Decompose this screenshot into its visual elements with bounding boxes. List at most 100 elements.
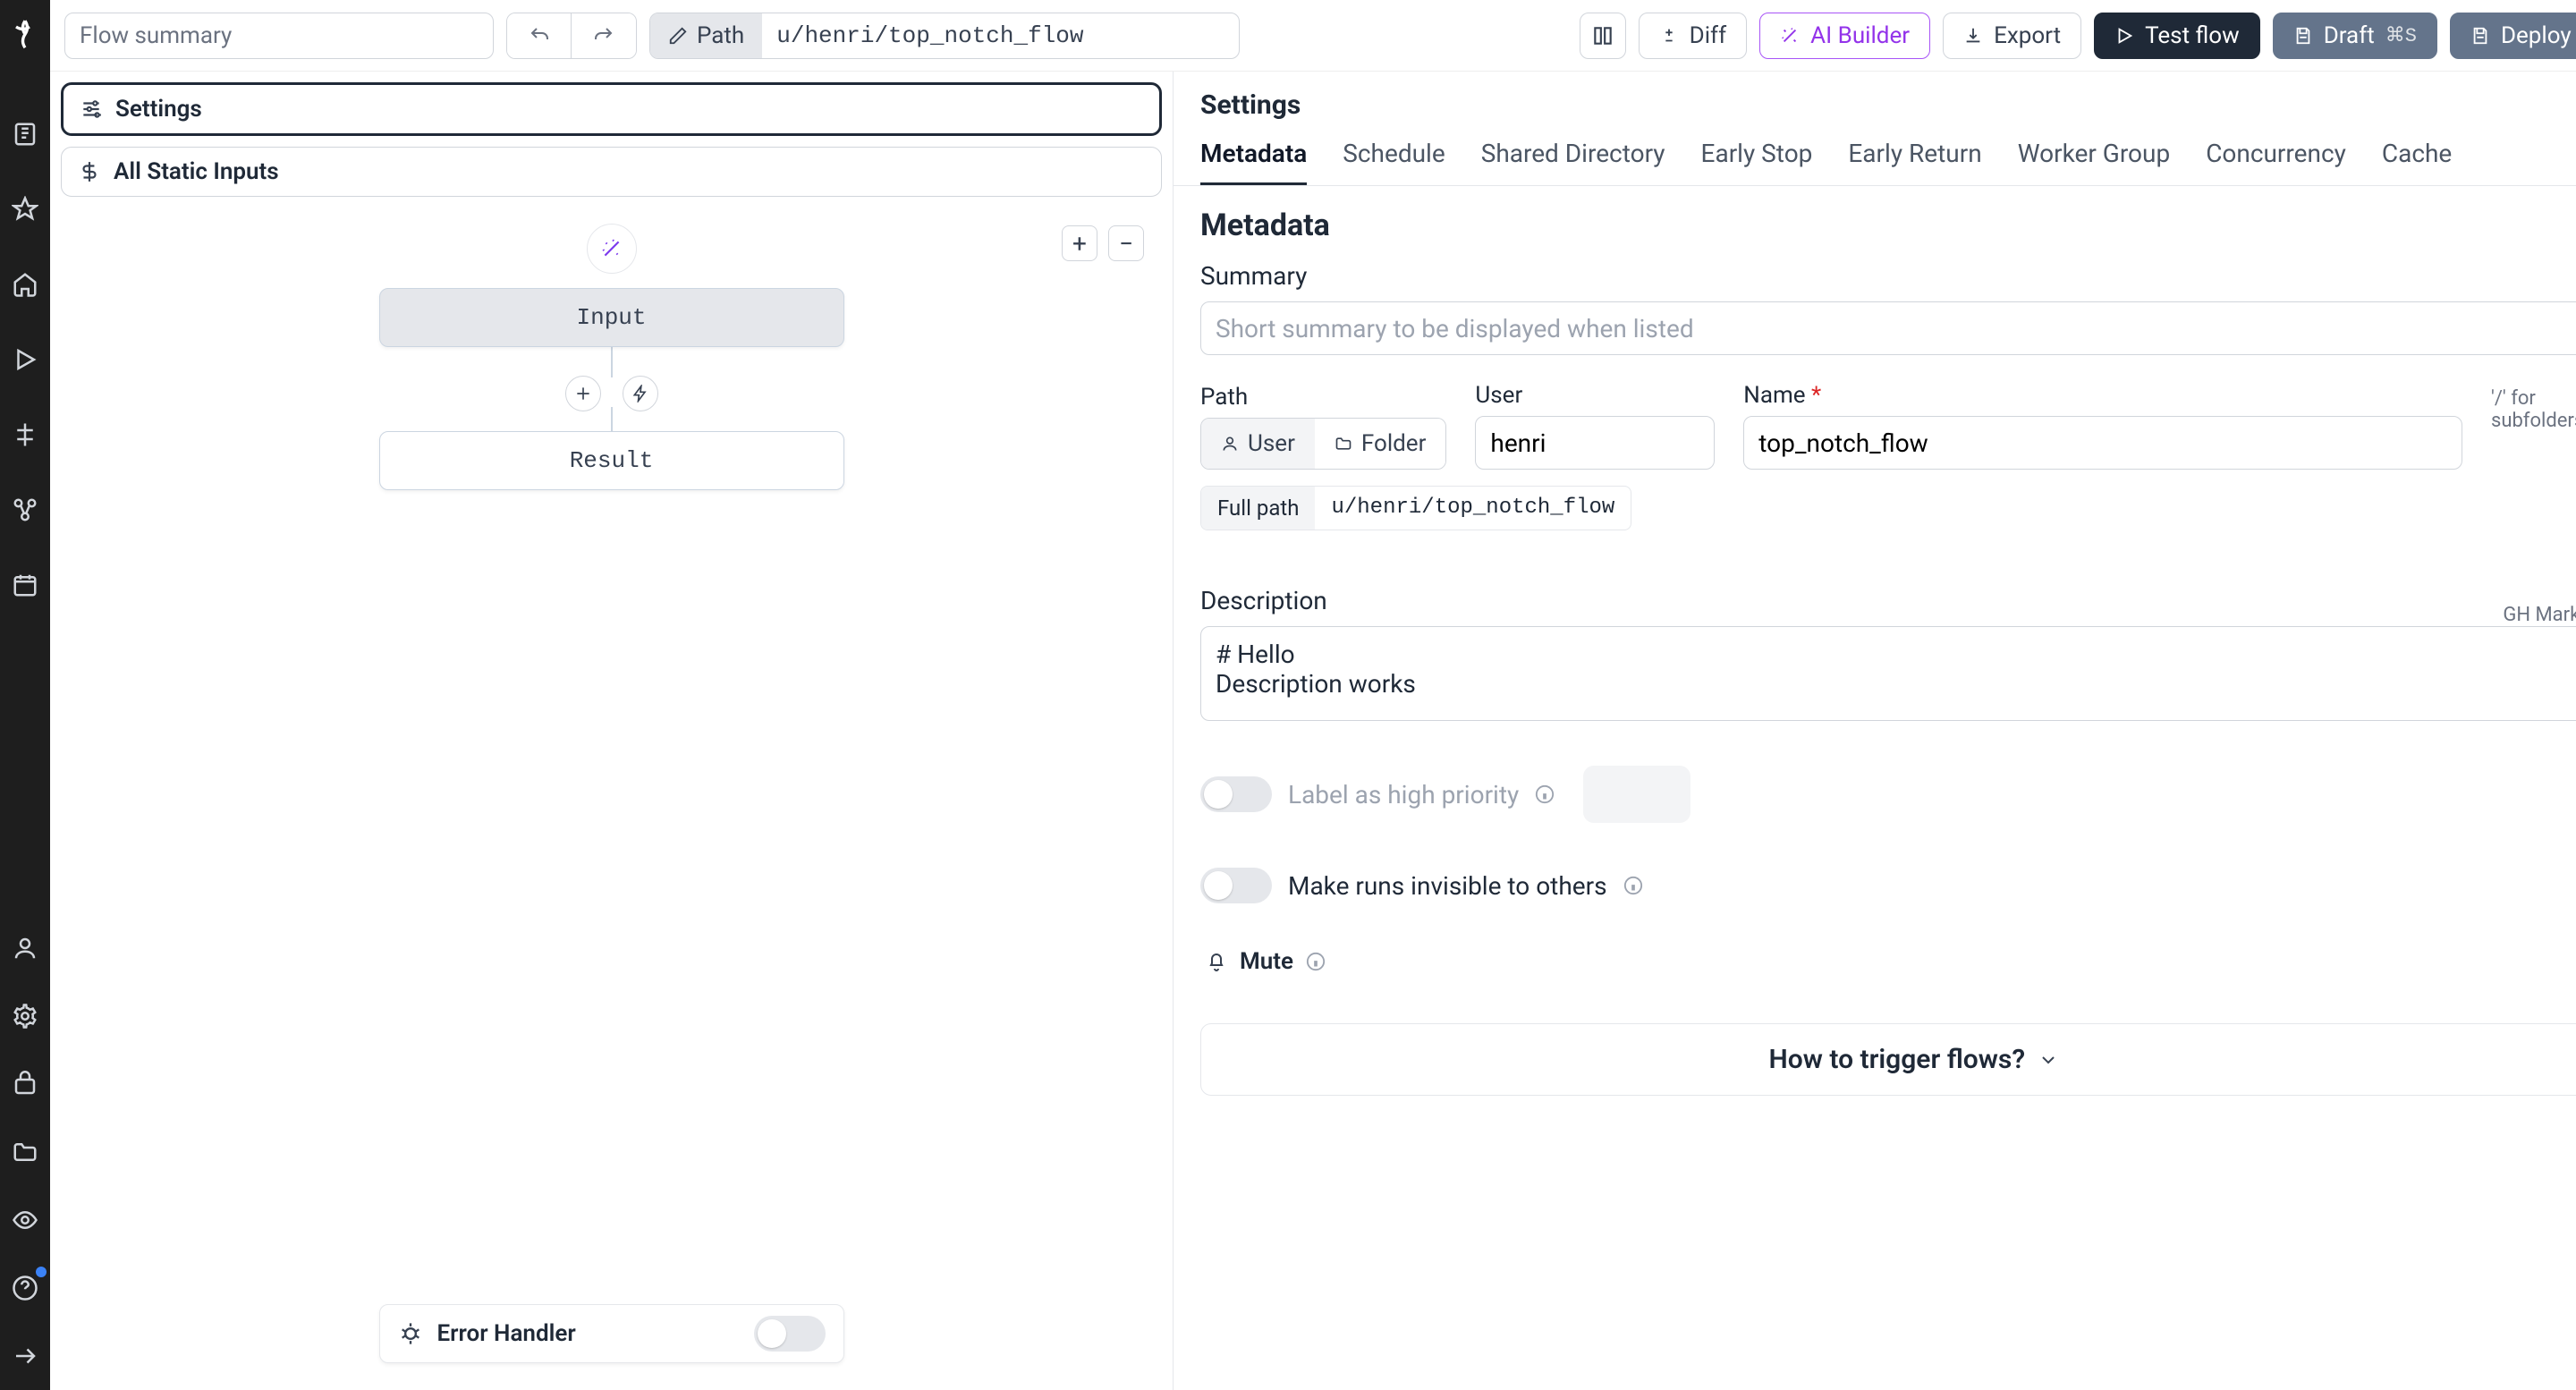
path-value: u/henri/top_notch_flow bbox=[762, 22, 1097, 49]
error-handler-label: Error Handler bbox=[437, 1320, 740, 1347]
user-field[interactable] bbox=[1475, 416, 1715, 470]
export-button[interactable]: Export bbox=[1943, 13, 2081, 59]
mute-label: Mute bbox=[1240, 948, 1293, 975]
zoom-in-button[interactable]: + bbox=[1062, 225, 1097, 261]
invisible-label: Make runs invisible to others bbox=[1288, 871, 1607, 901]
error-handler-toggle[interactable] bbox=[754, 1316, 826, 1352]
download-icon bbox=[1963, 26, 1983, 46]
seg-user-button[interactable]: User bbox=[1201, 419, 1315, 469]
runs-icon[interactable] bbox=[5, 340, 45, 379]
test-flow-button[interactable]: Test flow bbox=[2094, 13, 2260, 59]
tab-cache[interactable]: Cache bbox=[2382, 139, 2452, 185]
tab-early-return[interactable]: Early Return bbox=[1848, 139, 1981, 185]
canvas-settings-row[interactable]: Settings bbox=[61, 82, 1162, 136]
sliders-icon bbox=[80, 97, 103, 121]
summary-label: Summary bbox=[1200, 261, 2576, 291]
favorites-icon[interactable] bbox=[5, 190, 45, 229]
description-hint: GH Markdown bbox=[2503, 604, 2576, 626]
schedules-icon[interactable] bbox=[5, 565, 45, 605]
plus-minus-icon bbox=[1659, 26, 1679, 46]
topbar: Path u/henri/top_notch_flow Diff AI Buil… bbox=[50, 0, 2576, 72]
priority-row: Label as high priority bbox=[1200, 766, 2576, 823]
settings-pane: Settings Metadata Schedule Shared Direct… bbox=[1174, 72, 2576, 1390]
summary-input[interactable] bbox=[1200, 301, 2576, 355]
tab-metadata[interactable]: Metadata bbox=[1200, 139, 1307, 185]
priority-toggle[interactable] bbox=[1200, 776, 1272, 812]
invisible-row: Make runs invisible to others bbox=[1200, 868, 2576, 903]
tab-shared-directory[interactable]: Shared Directory bbox=[1481, 139, 1665, 185]
add-trigger-button[interactable] bbox=[623, 376, 658, 411]
deploy-button[interactable]: Deploy bbox=[2450, 13, 2576, 59]
name-field-label: Name * bbox=[1743, 382, 2462, 409]
diff-button[interactable]: Diff bbox=[1639, 13, 1747, 59]
seg-folder-button[interactable]: Folder bbox=[1315, 419, 1446, 469]
path-section-label: Path bbox=[1200, 384, 1446, 411]
user-icon bbox=[1221, 435, 1239, 453]
app-sidebar bbox=[0, 0, 50, 1390]
priority-label: Label as high priority bbox=[1288, 780, 1519, 809]
magic-wand-icon[interactable] bbox=[587, 224, 637, 274]
chevron-down-icon bbox=[2038, 1049, 2059, 1071]
undo-button[interactable] bbox=[507, 13, 572, 58]
resources-icon[interactable] bbox=[5, 490, 45, 530]
name-hint: '/' for subfolders bbox=[2491, 382, 2576, 432]
redo-button[interactable] bbox=[572, 13, 636, 58]
fullpath-label: Full path bbox=[1201, 487, 1315, 530]
bell-icon bbox=[1206, 951, 1227, 972]
name-field[interactable] bbox=[1743, 416, 2462, 470]
error-handler-card[interactable]: Error Handler bbox=[379, 1304, 844, 1363]
info-icon[interactable] bbox=[1535, 784, 1555, 804]
add-step-button[interactable] bbox=[565, 376, 601, 411]
result-node[interactable]: Result bbox=[379, 431, 844, 490]
fullpath-display: Full path u/henri/top_notch_flow bbox=[1200, 486, 1631, 530]
play-icon bbox=[2114, 26, 2134, 46]
howto-label: How to trigger flows? bbox=[1769, 1044, 2026, 1075]
path-label: Path bbox=[697, 22, 744, 49]
invisible-toggle[interactable] bbox=[1200, 868, 1272, 903]
settings-title: Settings bbox=[1174, 72, 2576, 121]
users-icon[interactable] bbox=[5, 928, 45, 968]
flow-graph[interactable]: + − Input Result Error Handler bbox=[61, 208, 1162, 1379]
info-icon[interactable] bbox=[1306, 952, 1326, 971]
canvas-settings-label: Settings bbox=[115, 96, 202, 123]
tab-schedule[interactable]: Schedule bbox=[1343, 139, 1445, 185]
description-textarea[interactable]: # Hello Description works bbox=[1200, 626, 2576, 721]
tab-worker-group[interactable]: Worker Group bbox=[2018, 139, 2171, 185]
draft-button[interactable]: Draft⌘S bbox=[2273, 13, 2437, 59]
tutorial-button[interactable] bbox=[1580, 13, 1626, 59]
input-node[interactable]: Input bbox=[379, 288, 844, 347]
folder-icon bbox=[1335, 435, 1352, 453]
canvas-static-inputs-row[interactable]: All Static Inputs bbox=[61, 147, 1162, 197]
collapse-icon[interactable] bbox=[5, 1336, 45, 1376]
mute-row[interactable]: Mute bbox=[1200, 948, 1331, 975]
settings-tabs: Metadata Schedule Shared Directory Early… bbox=[1174, 121, 2576, 186]
canvas-static-inputs-label: All Static Inputs bbox=[114, 158, 279, 185]
settings-icon[interactable] bbox=[5, 996, 45, 1036]
app-logo[interactable] bbox=[0, 11, 50, 61]
metadata-heading: Metadata bbox=[1200, 208, 2576, 243]
folders-icon[interactable] bbox=[5, 1132, 45, 1172]
user-field-label: User bbox=[1475, 382, 1715, 409]
dollar-icon bbox=[78, 160, 101, 183]
ai-builder-button[interactable]: AI Builder bbox=[1759, 13, 1930, 59]
description-label: Description bbox=[1200, 586, 1327, 615]
home-icon[interactable] bbox=[5, 265, 45, 304]
variables-icon[interactable] bbox=[5, 415, 45, 454]
howto-trigger-expand[interactable]: How to trigger flows? bbox=[1200, 1023, 2576, 1096]
triggers-icon[interactable] bbox=[5, 1064, 45, 1104]
bug-icon bbox=[398, 1321, 423, 1346]
flow-canvas-pane: Settings All Static Inputs + − Input bbox=[50, 72, 1174, 1390]
path-display[interactable]: Path u/henri/top_notch_flow bbox=[649, 13, 1240, 59]
audit-icon[interactable] bbox=[5, 1200, 45, 1240]
save-icon bbox=[2293, 26, 2313, 46]
tab-concurrency[interactable]: Concurrency bbox=[2206, 139, 2346, 185]
info-icon[interactable] bbox=[1623, 876, 1643, 895]
fullpath-value: u/henri/top_notch_flow bbox=[1315, 487, 1631, 530]
tab-early-stop[interactable]: Early Stop bbox=[1701, 139, 1813, 185]
zoom-out-button[interactable]: − bbox=[1108, 225, 1144, 261]
priority-color-swatch[interactable] bbox=[1583, 766, 1690, 823]
path-owner-segment: User Folder bbox=[1200, 418, 1446, 470]
workspace-icon[interactable] bbox=[5, 114, 45, 154]
flow-summary-input[interactable] bbox=[64, 13, 494, 59]
help-icon[interactable] bbox=[5, 1268, 45, 1308]
